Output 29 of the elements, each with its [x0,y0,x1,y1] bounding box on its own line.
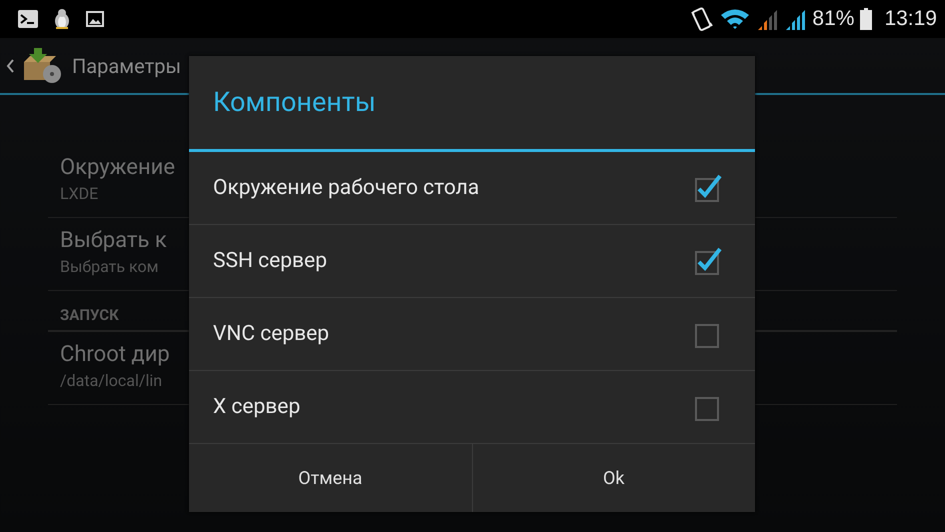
package-icon[interactable] [22,48,62,84]
section-header: ЗАПУСК [60,306,119,324]
option-label[interactable]: X сервер [213,395,300,419]
signal-icon [756,8,778,30]
image-icon [86,11,104,27]
dialog-title: Компоненты [212,85,377,120]
checkbox[interactable] [693,246,723,276]
setting-title[interactable]: Выбрать к [60,226,167,256]
dialog-button[interactable]: Отмена [189,444,472,512]
setting-title[interactable]: Окружение [60,153,176,183]
clock: 13:19 [884,7,937,31]
setting-summary: LXDE [60,183,98,205]
option-label[interactable]: VNC сервер [213,322,330,346]
back-icon[interactable] [6,58,14,72]
option-label[interactable]: SSH сервер [213,249,327,273]
phone-vibrate-icon [690,6,714,32]
battery-icon [860,8,872,30]
battery-percent: 81% [812,7,854,31]
setting-summary: /data/local/lin [60,370,162,392]
checkbox[interactable] [693,173,723,203]
setting-summary: Выбрать ком [60,256,158,278]
dialog-button[interactable]: Ok [472,444,755,512]
wifi-icon [720,8,750,30]
setting-title[interactable]: Chroot дир [60,340,170,370]
screen-title: Параметры [72,54,181,78]
option-label[interactable]: Окружение рабочего стола [213,176,480,200]
signal-icon [784,8,806,30]
terminal-icon [18,10,38,28]
penguin-icon [52,8,72,30]
